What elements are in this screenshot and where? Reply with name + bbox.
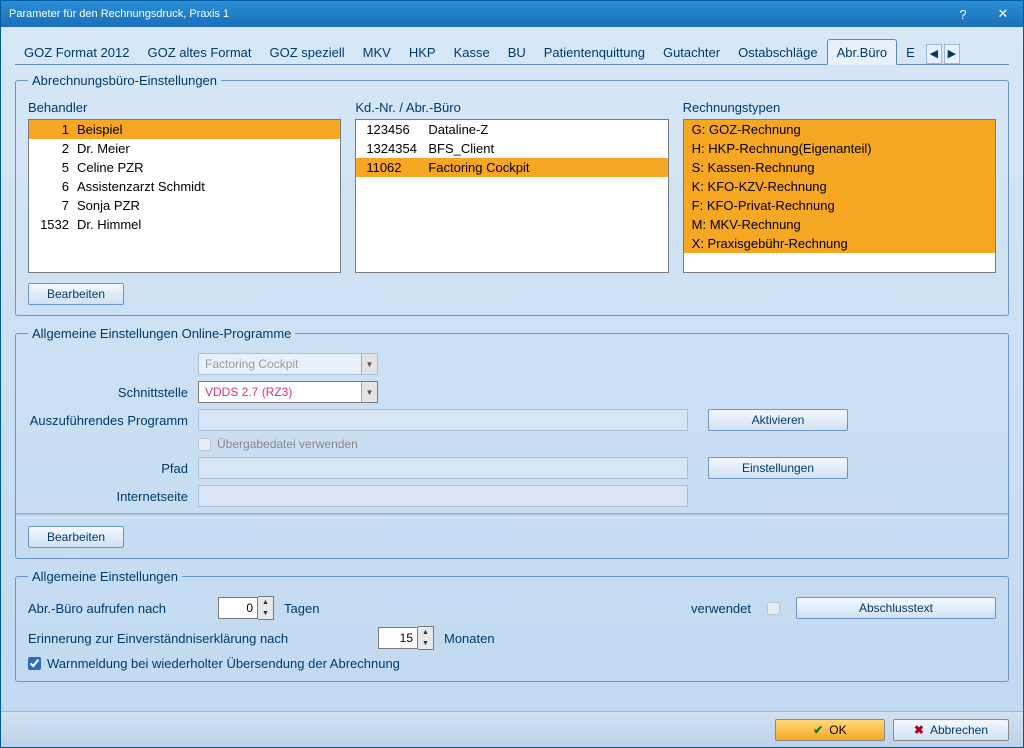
spin-down-icon[interactable]: ▼: [258, 608, 273, 619]
list-item: M: MKV-Rechnung: [684, 215, 995, 234]
list-item: 1324354BFS_Client: [356, 139, 667, 158]
chevron-down-icon[interactable]: ▼: [361, 382, 377, 402]
cancel-button[interactable]: ✖ Abbrechen: [893, 719, 1009, 741]
list-item: F: KFO-Privat-Rechnung: [684, 196, 995, 215]
schnittstelle-label: Schnittstelle: [28, 385, 198, 400]
exec-field: [198, 409, 688, 431]
titlebar: Parameter für den Rechnungsdruck, Praxis…: [1, 1, 1023, 27]
warn-checkbox[interactable]: [28, 657, 41, 670]
reminder-months-spinner[interactable]: ▲▼: [378, 626, 434, 650]
group-general-legend: Allgemeine Einstellungen: [28, 569, 182, 584]
kd-list[interactable]: 123456Dataline-Z 1324354BFS_Client 11062…: [355, 119, 668, 273]
used-label: verwendet: [691, 601, 751, 616]
program-select: Factoring Cockpit ▼: [198, 353, 378, 375]
exec-label: Auszuführendes Programm: [28, 413, 198, 428]
list-item: 11062Factoring Cockpit: [356, 158, 667, 177]
tab-patientenquittung[interactable]: Patientenquittung: [535, 40, 654, 64]
activate-button[interactable]: Aktivieren: [708, 409, 848, 431]
reminder-label: Erinnerung zur Einverständniserklärung n…: [28, 631, 368, 646]
window-title: Parameter für den Rechnungsdruck, Praxis…: [9, 8, 229, 20]
list-item: 6Assistenzarzt Schmidt: [29, 177, 340, 196]
tab-bar: GOZ Format 2012 GOZ altes Format GOZ spe…: [15, 37, 1009, 65]
list-item: 2Dr. Meier: [29, 139, 340, 158]
tab-hkp[interactable]: HKP: [400, 40, 445, 64]
tab-abr-buero[interactable]: Abr.Büro: [827, 39, 898, 65]
list-item: S: Kassen-Rechnung: [684, 158, 995, 177]
cross-icon: ✖: [914, 723, 924, 737]
list-item: G: GOZ-Rechnung: [684, 120, 995, 139]
dialog-footer: ✔ OK ✖ Abbrechen: [1, 711, 1023, 747]
divider: [16, 513, 1008, 518]
behandler-label: Behandler: [28, 100, 341, 115]
ok-button[interactable]: ✔ OK: [775, 719, 885, 741]
list-item: K: KFO-KZV-Rechnung: [684, 177, 995, 196]
list-item: 123456Dataline-Z: [356, 120, 667, 139]
types-list[interactable]: G: GOZ-Rechnung H: HKP-Rechnung(Eigenant…: [683, 119, 996, 273]
tab-mkv[interactable]: MKV: [354, 40, 400, 64]
used-checkbox: [767, 602, 780, 615]
reminder-unit: Monaten: [444, 631, 495, 646]
tab-kasse[interactable]: Kasse: [445, 40, 499, 64]
list-item: 7Sonja PZR: [29, 196, 340, 215]
edit-behandler-button[interactable]: Bearbeiten: [28, 283, 124, 305]
call-label: Abr.-Büro aufrufen nach: [28, 601, 208, 616]
types-label: Rechnungstypen: [683, 100, 996, 115]
group-general: Allgemeine Einstellungen Abr.-Büro aufru…: [15, 569, 1009, 682]
call-days-input[interactable]: [218, 597, 258, 619]
call-days-spinner[interactable]: ▲▼: [218, 596, 274, 620]
reminder-months-input[interactable]: [378, 627, 418, 649]
tab-goz-2012[interactable]: GOZ Format 2012: [15, 40, 138, 64]
tab-goz-alt[interactable]: GOZ altes Format: [138, 40, 260, 64]
content-area: GOZ Format 2012 GOZ altes Format GOZ spe…: [1, 27, 1023, 747]
settings-button[interactable]: Einstellungen: [708, 457, 848, 479]
list-item: H: HKP-Rechnung(Eigenanteil): [684, 139, 995, 158]
call-unit: Tagen: [284, 601, 319, 616]
inet-field: [198, 485, 688, 507]
list-item: X: Praxisgebühr-Rechnung: [684, 234, 995, 253]
kd-label: Kd.-Nr. / Abr.-Büro: [355, 100, 668, 115]
tab-bu[interactable]: BU: [499, 40, 535, 64]
inet-label: Internetseite: [28, 489, 198, 504]
tab-ostabschlaege[interactable]: Ostabschläge: [729, 40, 827, 64]
group-online-programs: Allgemeine Einstellungen Online-Programm…: [15, 326, 1009, 559]
spin-up-icon[interactable]: ▲: [418, 627, 433, 638]
tab-goz-speziell[interactable]: GOZ speziell: [261, 40, 354, 64]
list-item: 1Beispiel: [29, 120, 340, 139]
check-icon: ✔: [813, 723, 823, 737]
schnittstelle-select[interactable]: VDDS 2.7 (RZ3) ▼: [198, 381, 378, 403]
edit-online-button[interactable]: Bearbeiten: [28, 526, 124, 548]
behandler-list[interactable]: 1Beispiel 2Dr. Meier 5Celine PZR 6Assist…: [28, 119, 341, 273]
spin-up-icon[interactable]: ▲: [258, 597, 273, 608]
pfad-field: [198, 457, 688, 479]
group-abr-buero-legend: Abrechnungsbüro-Einstellungen: [28, 73, 221, 88]
dialog-window: Parameter für den Rechnungsdruck, Praxis…: [0, 0, 1024, 748]
pfad-label: Pfad: [28, 461, 198, 476]
transfer-file-checkbox: [198, 438, 211, 451]
tab-scroll-right[interactable]: ▶: [944, 44, 960, 64]
group-online-legend: Allgemeine Einstellungen Online-Programm…: [28, 326, 295, 341]
tab-scroll-left[interactable]: ◀: [926, 44, 942, 64]
tab-gutachter[interactable]: Gutachter: [654, 40, 729, 64]
tab-e[interactable]: E: [897, 40, 924, 64]
list-item: 1532Dr. Himmel: [29, 215, 340, 234]
group-abr-buero: Abrechnungsbüro-Einstellungen Behandler …: [15, 73, 1009, 316]
help-button[interactable]: ?: [943, 1, 983, 27]
list-item: 5Celine PZR: [29, 158, 340, 177]
chevron-down-icon: ▼: [361, 354, 377, 374]
transfer-file-row: Übergabedatei verwenden: [198, 437, 688, 451]
warn-label: Warnmeldung bei wiederholter Übersendung…: [47, 656, 400, 671]
spin-down-icon[interactable]: ▼: [418, 638, 433, 649]
abschlusstext-button[interactable]: Abschlusstext: [796, 597, 996, 619]
close-button[interactable]: ✕: [983, 1, 1023, 27]
